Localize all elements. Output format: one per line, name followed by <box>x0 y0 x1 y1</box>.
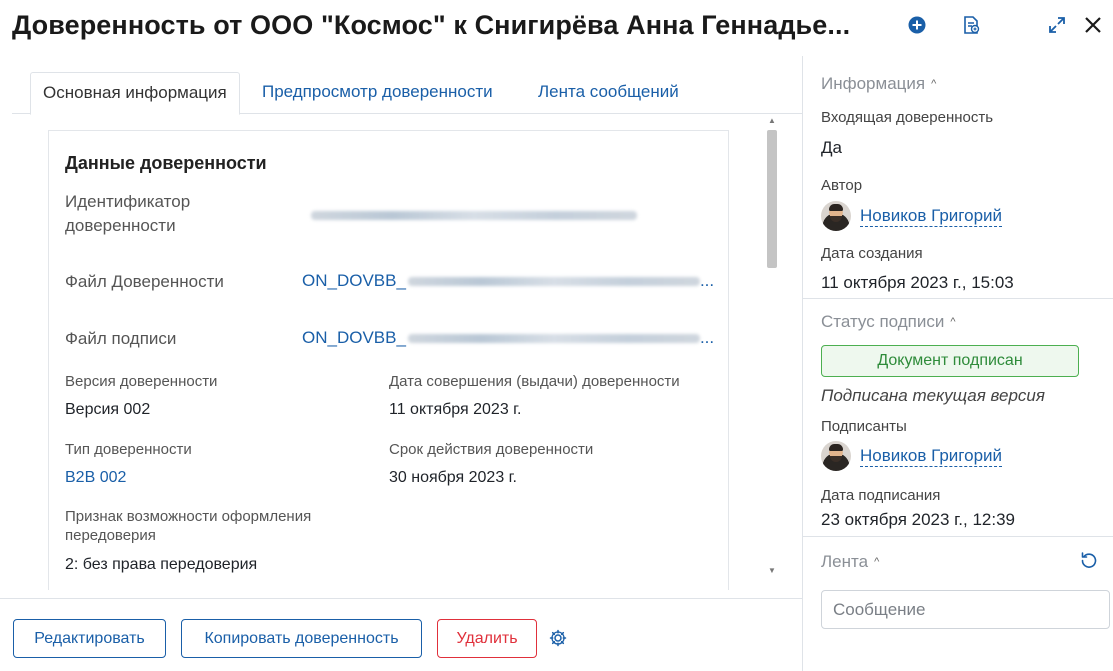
info-header-label: Информация <box>821 74 926 93</box>
copy-button[interactable]: Копировать доверенность <box>181 619 422 658</box>
content-scrollbar[interactable]: ▲ ▼ <box>764 114 780 579</box>
chevron-up-icon: ^ <box>950 316 956 328</box>
author-name-link[interactable]: Новиков Григорий <box>860 206 1003 227</box>
feed-section-header[interactable]: Лента ^ <box>821 552 879 572</box>
signature-file-label: Файл подписи <box>65 329 177 348</box>
refresh-icon[interactable] <box>1079 550 1101 572</box>
redelegation-value: 2: без права передоверия <box>65 556 258 573</box>
scroll-down-icon[interactable]: ▼ <box>767 566 777 576</box>
scroll-thumb[interactable] <box>767 130 777 268</box>
issue-date-value: 11 октября 2023 г. <box>389 401 522 418</box>
status-badge: Документ подписан <box>821 345 1079 377</box>
page-title: Доверенность от ООО "Космос" к Снигирёва… <box>12 10 851 40</box>
info-section-header[interactable]: Информация ^ <box>821 74 936 94</box>
signer-name-link[interactable]: Новиков Григорий <box>860 446 1003 467</box>
identifier-value-redacted <box>311 207 637 225</box>
file-label: Файл Доверенности <box>65 272 224 291</box>
plus-circle-icon[interactable] <box>904 12 930 38</box>
edit-button[interactable]: Редактировать <box>13 619 166 658</box>
incoming-value: Да <box>821 138 842 157</box>
sign-note: Подписана текущая версия <box>821 386 1045 405</box>
document-sign-icon[interactable] <box>958 12 984 38</box>
issue-date-label: Дата совершения (выдачи) доверенности <box>389 373 680 390</box>
avatar <box>821 441 851 471</box>
close-icon[interactable] <box>1080 12 1106 38</box>
signer-person[interactable]: Новиков Григорий <box>821 441 1003 471</box>
file-link[interactable]: ON_DOVBB_... <box>302 271 714 291</box>
author-label: Автор <box>821 177 863 194</box>
poa-details-card: Данные доверенности Идентификатор довере… <box>48 130 729 590</box>
expiry-value: 30 ноября 2023 г. <box>389 469 517 486</box>
tab-messages[interactable]: Лента сообщений <box>526 72 691 114</box>
info-sidebar: Информация ^ Входящая доверенность Да Ав… <box>802 56 1113 671</box>
created-label: Дата создания <box>821 245 923 262</box>
delete-button[interactable]: Удалить <box>437 619 537 658</box>
created-value: 11 октября 2023 г., 15:03 <box>821 273 1014 292</box>
message-input[interactable] <box>821 590 1110 629</box>
scroll-up-icon[interactable]: ▲ <box>767 116 777 126</box>
chevron-up-icon: ^ <box>874 556 880 568</box>
version-label: Версия доверенности <box>65 373 218 390</box>
signers-label: Подписанты <box>821 418 907 435</box>
chevron-up-icon: ^ <box>931 78 937 90</box>
action-footer: Редактировать Копировать доверенность Уд… <box>0 598 802 671</box>
type-link[interactable]: B2B 002 <box>65 469 126 487</box>
type-label: Тип доверенности <box>65 441 192 458</box>
identifier-label: Идентификатор доверенности <box>65 192 191 235</box>
divider <box>803 298 1113 299</box>
avatar <box>821 201 851 231</box>
expiry-label: Срок действия доверенности <box>389 441 594 458</box>
feed-header-label: Лента <box>821 552 869 571</box>
redelegation-label: Признак возможности оформления передовер… <box>65 508 312 544</box>
signature-file-link[interactable]: ON_DOVBB_... <box>302 328 714 348</box>
sign-status-header[interactable]: Статус подписи ^ <box>821 312 956 332</box>
tab-preview[interactable]: Предпросмотр доверенности <box>250 72 505 114</box>
tab-main-info[interactable]: Основная информация <box>30 72 240 115</box>
section-title: Данные доверенности <box>65 153 267 173</box>
sign-date-value: 23 октября 2023 г., 12:39 <box>821 510 1016 529</box>
divider <box>803 536 1113 537</box>
version-value: Версия 002 <box>65 401 151 418</box>
expand-icon[interactable] <box>1044 12 1070 38</box>
gear-icon[interactable] <box>548 628 568 648</box>
incoming-label: Входящая доверенность <box>821 109 994 126</box>
author-person[interactable]: Новиков Григорий <box>821 201 1003 231</box>
sign-status-label: Статус подписи <box>821 312 945 331</box>
sign-date-label: Дата подписания <box>821 487 941 504</box>
tab-bar: Основная информация Предпросмотр доверен… <box>12 70 802 115</box>
